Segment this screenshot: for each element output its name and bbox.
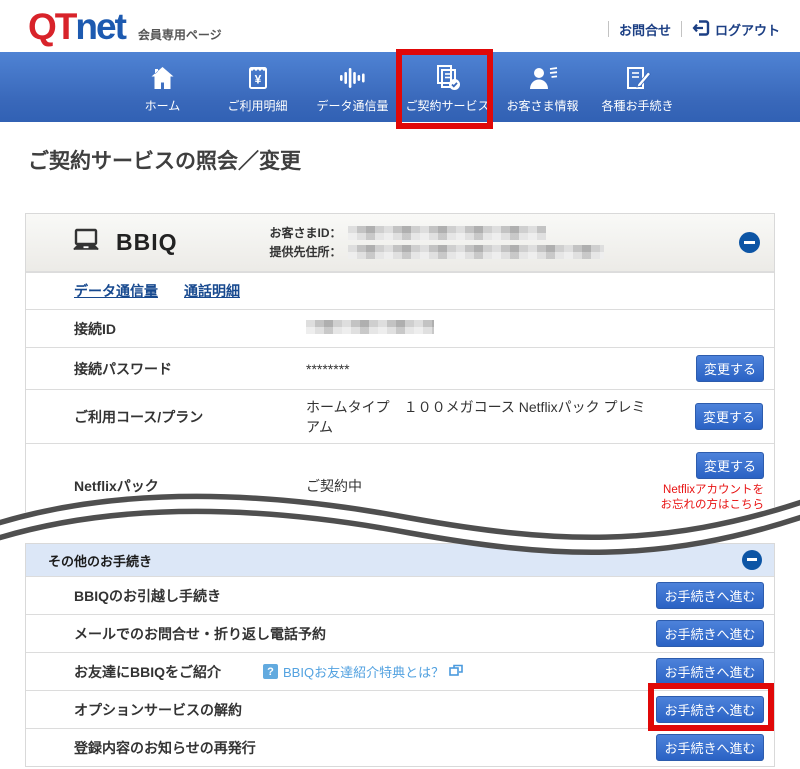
top-header: QTnet 会員専用ページ お問合せ ログアウト (0, 0, 800, 52)
contract-check-icon (434, 64, 462, 91)
mail-inquiry-row: メールでのお問合せ・折り返し電話予約 お手続きへ進む (26, 614, 774, 652)
logo-net: net (75, 8, 125, 45)
svg-text:¥: ¥ (254, 72, 261, 86)
proceed-cancel-option-button[interactable]: お手続きへ進む (656, 696, 764, 723)
logout-label: ログアウト (715, 20, 780, 39)
bbiq-section-header: BBIQ お客さまID： 提供先住所： (26, 214, 774, 272)
logo-qt: QT (28, 8, 75, 45)
detail-links-row: データ通信量 通話明細 (26, 272, 774, 309)
change-password-button[interactable]: 変更する (696, 355, 764, 382)
nav-label: お客さま情報 (506, 97, 578, 114)
row-label: BBIQのお引越し手続き (74, 586, 221, 606)
bill-yen-icon: ¥ (245, 65, 271, 91)
nav-label: ご利用明細 (227, 97, 287, 114)
netflix-pack-row: Netflixパック ご契約中 変更する Netflixアカウントを お忘れの方… (26, 443, 774, 527)
course-value: ホームタイプ １００メガコース Netflixパック プレミアム (306, 397, 651, 437)
member-page-subtitle: 会員専用ページ (138, 26, 222, 43)
change-course-button[interactable]: 変更する (695, 403, 763, 430)
other-procedures-section: その他のお手続き BBIQのお引越し手続き お手続きへ進む メールでのお問合せ・… (25, 543, 775, 767)
change-netflix-button[interactable]: 変更する (696, 452, 764, 479)
netflix-note-line1: Netflixアカウントを (663, 484, 764, 496)
header-links: お問合せ ログアウト (608, 20, 780, 39)
moving-procedure-row: BBIQのお引越し手続き お手続きへ進む (26, 576, 774, 614)
connection-id-row: 接続ID (26, 309, 774, 347)
nav-label: データ通信量 (316, 97, 388, 114)
nav-item-customer-info[interactable]: お客さま情報 (495, 61, 590, 114)
masked-customer-id (348, 226, 546, 240)
connection-id-label: 接続ID (74, 319, 306, 339)
data-usage-link[interactable]: データ通信量 (74, 281, 158, 301)
masked-address (348, 245, 604, 259)
nav-item-data-usage[interactable]: データ通信量 (305, 61, 400, 114)
other-procedures-title: その他のお手続き (48, 551, 152, 570)
divider (681, 21, 682, 37)
home-icon (149, 65, 176, 91)
row-label: オプションサービスの解約 (74, 700, 242, 720)
other-procedures-header: その他のお手続き (26, 544, 774, 576)
proceed-reissue-button[interactable]: お手続きへ進む (656, 734, 764, 761)
connection-id-value (306, 319, 764, 339)
page-title: ご契約サービスの照会／変更 (28, 147, 800, 177)
data-usage-icon (338, 65, 368, 91)
netflix-note-line2: お忘れの方はこちら (661, 499, 765, 511)
logout-icon (692, 20, 710, 39)
nav-label: ホーム (145, 97, 181, 114)
password-row: 接続パスワード ******** 変更する (26, 347, 774, 389)
logout-link[interactable]: ログアウト (692, 20, 780, 39)
customer-person-icon (528, 65, 558, 91)
netflix-pack-label: Netflixパック (74, 476, 306, 496)
proceed-inquiry-button[interactable]: お手続きへ進む (656, 620, 764, 647)
row-label: メールでのお問合せ・折り返し電話予約 (74, 624, 326, 644)
divider (608, 21, 609, 37)
procedures-pen-icon (624, 65, 652, 91)
contact-link[interactable]: お問合せ (619, 20, 671, 39)
external-window-icon (449, 664, 463, 680)
row-label: 登録内容のお知らせの再発行 (74, 738, 256, 758)
nav-label: 各種お手続き (601, 97, 673, 114)
nav-item-procedures[interactable]: 各種お手続き (590, 61, 685, 114)
cancel-option-row: オプションサービスの解約 お手続きへ進む (26, 690, 774, 728)
referral-benefit-link[interactable]: BBIQお友達紹介特典とは？ (263, 662, 463, 681)
main-nav: ホーム ¥ ご利用明細 データ通信量 ご契約サービス お客さま情報 各種お手続き (0, 52, 800, 122)
row-label: お友達にBBIQをご紹介 (74, 662, 221, 682)
masked-connection-id (306, 320, 434, 334)
referral-benefit-label: BBIQお友達紹介特典とは？ (283, 662, 444, 681)
bbiq-section: BBIQ お客さまID： 提供先住所： データ通信量 通話明細 接続ID 接続パ… (25, 213, 775, 527)
password-value: ******** (306, 359, 652, 379)
course-label: ご利用コース/プラン (74, 407, 306, 427)
nav-label: ご契約サービス (405, 97, 489, 114)
course-row: ご利用コース/プラン ホームタイプ １００メガコース Netflixパック プレ… (26, 389, 774, 443)
collapse-bbiq-button[interactable] (739, 232, 760, 253)
reissue-notice-row: 登録内容のお知らせの再発行 お手続きへ進む (26, 728, 774, 766)
customer-id-label: お客さまID： (270, 224, 342, 243)
netflix-account-note-link[interactable]: Netflixアカウントを お忘れの方はこちら (661, 483, 765, 513)
netflix-pack-status: ご契約中 (306, 476, 652, 496)
nav-item-contract-services[interactable]: ご契約サービス (400, 60, 495, 114)
nav-item-home[interactable]: ホーム (115, 61, 210, 114)
nav-item-billing[interactable]: ¥ ご利用明細 (210, 61, 305, 114)
password-label: 接続パスワード (74, 359, 306, 379)
proceed-moving-button[interactable]: お手続きへ進む (656, 582, 764, 609)
call-details-link[interactable]: 通話明細 (184, 281, 240, 301)
collapse-other-button[interactable] (742, 550, 762, 570)
address-label: 提供先住所： (270, 243, 342, 262)
question-icon (263, 664, 278, 679)
customer-info-block: お客さまID： 提供先住所： (270, 224, 604, 262)
proceed-referral-button[interactable]: お手続きへ進む (656, 658, 764, 685)
bbiq-title: BBIQ (116, 229, 178, 256)
refer-friend-row: お友達にBBIQをご紹介 BBIQお友達紹介特典とは？ お手続きへ進む (26, 652, 774, 690)
laptop-icon (70, 228, 102, 258)
qtnet-logo[interactable]: QTnet (28, 8, 125, 45)
